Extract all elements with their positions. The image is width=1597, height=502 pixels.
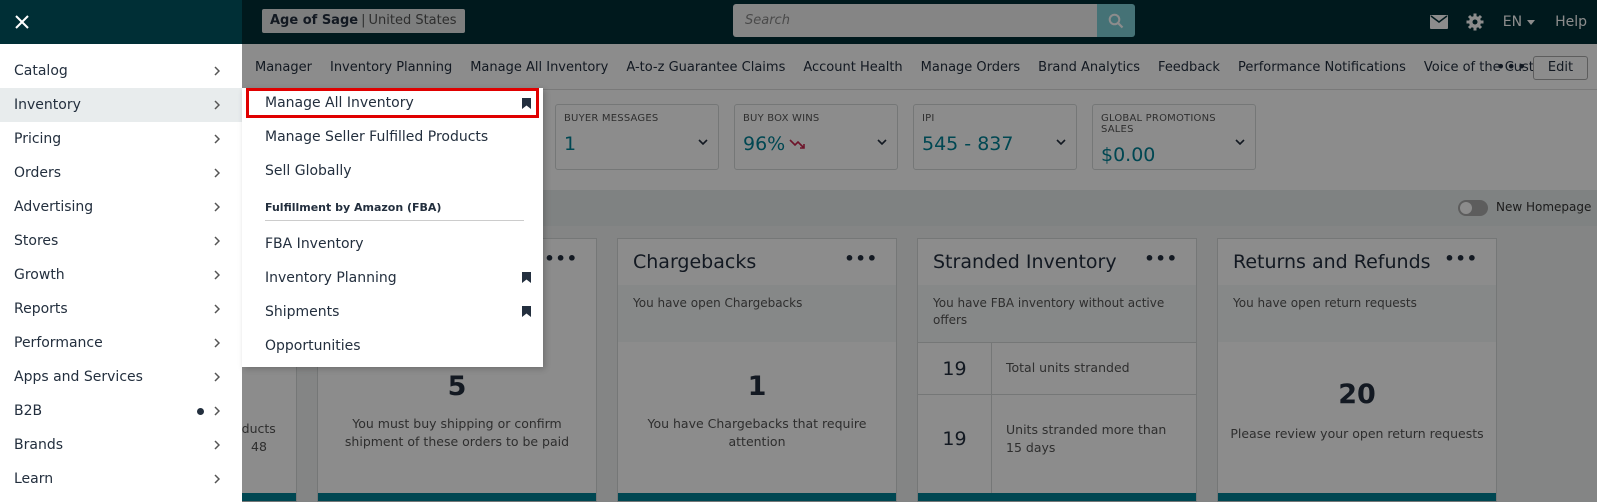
menu-item-inventory[interactable]: Inventory xyxy=(0,88,242,122)
chevron-right-icon xyxy=(214,440,220,450)
menu-item-growth[interactable]: Growth xyxy=(0,258,242,292)
submenu-item-fba-inventory[interactable]: FBA Inventory xyxy=(242,227,543,260)
menu-item-brands[interactable]: Brands xyxy=(0,428,242,462)
submenu-item-manage-all-inventory[interactable]: Manage All Inventory xyxy=(246,88,539,118)
chevron-right-icon xyxy=(214,66,220,76)
chevron-right-icon xyxy=(214,406,220,416)
submenu-item-inventory-planning[interactable]: Inventory Planning xyxy=(242,261,543,294)
menu-item-reports[interactable]: Reports xyxy=(0,292,242,326)
side-menu-list: Catalog Inventory Pricing Orders Adverti… xyxy=(0,54,242,496)
side-menu: Catalog Inventory Pricing Orders Adverti… xyxy=(0,0,242,502)
chevron-right-icon xyxy=(214,100,220,110)
submenu-item-opportunities[interactable]: Opportunities xyxy=(242,329,543,362)
menu-item-apps-and-services[interactable]: Apps and Services xyxy=(0,360,242,394)
chevron-right-icon xyxy=(214,236,220,246)
chevron-right-icon xyxy=(214,270,220,280)
menu-item-orders[interactable]: Orders xyxy=(0,156,242,190)
notification-dot-icon xyxy=(197,407,204,415)
menu-item-learn[interactable]: Learn xyxy=(0,462,242,496)
submenu-item-shipments[interactable]: Shipments xyxy=(242,295,543,328)
chevron-right-icon xyxy=(214,372,220,382)
close-icon xyxy=(15,15,29,29)
chevron-right-icon xyxy=(214,168,220,178)
chevron-right-icon xyxy=(214,134,220,144)
menu-item-pricing[interactable]: Pricing xyxy=(0,122,242,156)
menu-item-catalog[interactable]: Catalog xyxy=(0,54,242,88)
bookmark-icon[interactable] xyxy=(522,272,531,283)
submenu-item-sell-globally[interactable]: Sell Globally xyxy=(242,154,543,187)
submenu-item-manage-seller-fulfilled[interactable]: Manage Seller Fulfilled Products xyxy=(242,120,543,153)
inventory-submenu: Manage All Inventory Manage Seller Fulfi… xyxy=(242,88,543,367)
bookmark-icon[interactable] xyxy=(522,97,531,109)
bookmark-icon[interactable] xyxy=(522,306,531,317)
menu-item-advertising[interactable]: Advertising xyxy=(0,190,242,224)
section-header-fba: Fulfillment by Amazon (FBA) xyxy=(265,201,524,221)
chevron-right-icon xyxy=(214,202,220,212)
menu-item-performance[interactable]: Performance xyxy=(0,326,242,360)
chevron-right-icon xyxy=(214,338,220,348)
chevron-right-icon xyxy=(214,304,220,314)
close-menu-button[interactable] xyxy=(10,10,34,34)
menu-item-stores[interactable]: Stores xyxy=(0,224,242,258)
menu-item-b2b[interactable]: B2B xyxy=(0,394,242,428)
side-menu-header xyxy=(0,0,242,44)
chevron-right-icon xyxy=(214,474,220,484)
